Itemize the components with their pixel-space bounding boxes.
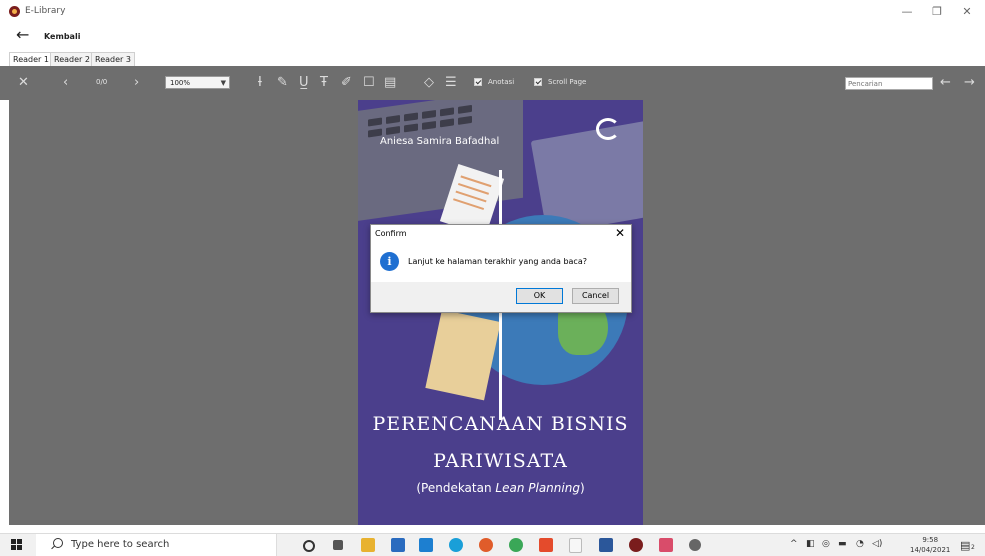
chart-app-icon[interactable] — [659, 538, 673, 552]
e-library-taskbar-icon[interactable] — [629, 538, 643, 552]
edge-browser-icon[interactable] — [449, 538, 463, 552]
reader-tabs: Reader 1 Reader 2 Reader 3 — [0, 51, 985, 67]
window-titlebar: E-Library — ❐ ✕ — [0, 0, 985, 24]
subtitle-suffix: ) — [579, 481, 585, 495]
page-counter: 0/0 — [96, 78, 108, 86]
wifi-icon[interactable]: ◔ — [856, 539, 864, 549]
network-icon[interactable]: ◎ — [822, 539, 830, 549]
close-document-icon[interactable]: ✕ — [18, 75, 29, 91]
navigation-bar: ← Kembali — [0, 24, 985, 51]
ok-button[interactable]: OK — [516, 288, 563, 304]
chevron-down-icon: ▼ — [220, 79, 226, 87]
info-icon: i — [380, 252, 399, 271]
window-title: E-Library — [25, 6, 66, 16]
next-page-icon[interactable]: › — [134, 75, 139, 91]
dialog-title: Confirm — [375, 229, 407, 238]
back-button-label[interactable]: Kembali — [44, 32, 80, 41]
tab-reader-3[interactable]: Reader 3 — [91, 52, 135, 67]
notification-icon[interactable]: ▤ — [960, 539, 970, 552]
eraser-icon[interactable]: ◇ — [424, 75, 434, 91]
zoom-select[interactable]: 100% ▼ — [165, 76, 230, 89]
task-view-icon[interactable] — [333, 540, 343, 550]
search-icon — [53, 538, 63, 548]
file-explorer-icon[interactable] — [361, 538, 375, 552]
app-logo-icon — [9, 6, 20, 17]
store-icon[interactable] — [419, 538, 433, 552]
clock-time: 9:58 — [922, 536, 939, 544]
subtitle-prefix: (Pendekatan — [416, 481, 496, 495]
pen-icon[interactable]: ✐ — [341, 75, 352, 91]
tab-reader-2[interactable]: Reader 2 — [50, 52, 94, 67]
confirm-dialog: Confirm ✕ i Lanjut ke halaman terakhir y… — [370, 224, 632, 313]
dialog-footer: OK Cancel — [371, 282, 631, 312]
chrome-icon[interactable] — [509, 538, 523, 552]
pdf-app-icon[interactable] — [539, 538, 553, 552]
taskbar-search-box[interactable]: Type here to search — [36, 534, 277, 556]
scroll-page-label: Scroll Page — [548, 78, 587, 86]
settings-sliders-icon[interactable]: ☰ — [445, 75, 457, 91]
windows-start-icon[interactable] — [11, 539, 22, 550]
windows-taskbar: Type here to search ^ ◧ ◎ ▬ ◔ ◁) 9:58 14… — [0, 533, 985, 556]
firefox-icon[interactable] — [479, 538, 493, 552]
underline-icon[interactable]: U̲ — [299, 75, 309, 91]
restore-button[interactable]: ❐ — [922, 3, 952, 21]
tab-reader-1[interactable]: Reader 1 — [9, 52, 53, 67]
tray-app-icon[interactable]: ◧ — [806, 539, 815, 549]
chevron-up-icon[interactable]: ^ — [790, 539, 798, 549]
taskbar-clock[interactable]: 9:58 14/04/2021 — [910, 535, 950, 555]
book-subtitle: (Pendekatan Lean Planning) — [358, 481, 643, 495]
strikethrough-icon[interactable]: Ŧ — [320, 75, 328, 91]
volume-icon[interactable]: ◁) — [872, 539, 882, 549]
mail-icon[interactable] — [391, 538, 405, 552]
rectangle-icon[interactable]: ☐ — [363, 75, 375, 91]
search-input[interactable] — [845, 77, 933, 90]
scroll-page-checkbox[interactable] — [534, 78, 542, 86]
viewer-left-margin — [0, 100, 9, 525]
notification-count: 2 — [971, 544, 975, 551]
document-icon[interactable] — [569, 538, 582, 553]
taskbar-search-placeholder: Type here to search — [71, 539, 170, 550]
note-icon[interactable]: ▤ — [384, 75, 396, 91]
close-window-button[interactable]: ✕ — [952, 3, 982, 21]
annotation-label: Anotasi — [488, 78, 515, 86]
settings-gear-icon[interactable] — [689, 539, 701, 551]
map-illustration — [425, 309, 501, 401]
book-title-line1: PERENCANAAN BISNIS — [372, 413, 629, 435]
zoom-value: 100% — [170, 79, 191, 87]
cortana-icon[interactable] — [303, 540, 315, 552]
book-title-line2: PARIWISATA — [433, 450, 568, 472]
highlight-icon[interactable]: ✎ — [277, 75, 288, 91]
dialog-message: Lanjut ke halaman terakhir yang anda bac… — [408, 257, 587, 266]
battery-icon[interactable]: ▬ — [838, 539, 847, 549]
book-author: Aniesa Samira Bafadhal — [380, 136, 500, 147]
reader-toolbar: ✕ ‹ 0/0 › 100% ▼ Ɨ ✎ U̲ Ŧ ✐ ☐ ▤ ◇ ☰ Anot… — [0, 66, 985, 100]
search-next-icon[interactable]: → — [964, 75, 975, 91]
clock-date: 14/04/2021 — [910, 546, 951, 554]
cancel-button[interactable]: Cancel — [572, 288, 619, 304]
search-previous-icon[interactable]: ← — [940, 75, 951, 91]
publisher-logo-icon — [596, 118, 620, 140]
text-cursor-icon[interactable]: Ɨ — [258, 75, 262, 91]
subtitle-italic: Lean Planning — [495, 481, 580, 495]
dialog-close-icon[interactable]: ✕ — [615, 226, 625, 240]
annotation-checkbox[interactable] — [474, 78, 482, 86]
word-icon[interactable] — [599, 538, 613, 552]
minimize-button[interactable]: — — [892, 3, 922, 21]
previous-page-icon[interactable]: ‹ — [63, 75, 68, 91]
back-arrow-icon[interactable]: ← — [16, 25, 29, 44]
